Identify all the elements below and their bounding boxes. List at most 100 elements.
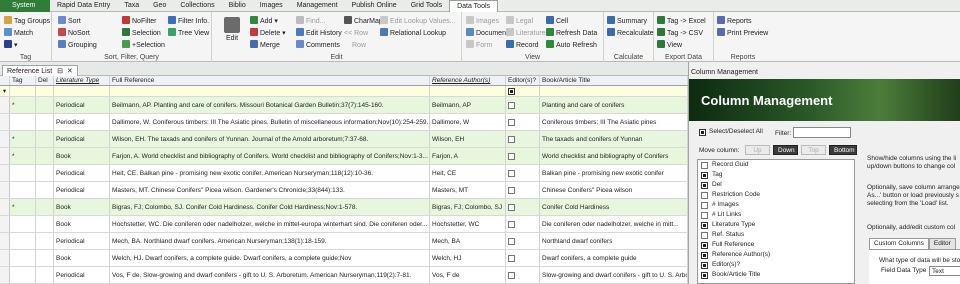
cell-tag[interactable] (10, 267, 36, 283)
close-icon[interactable]: ✕ (67, 68, 73, 75)
cell-type[interactable]: Book (54, 199, 110, 215)
cell-del[interactable] (36, 131, 54, 147)
filter-info-button[interactable]: Filter Info. (168, 16, 209, 27)
filter-checkbox-cell[interactable] (506, 86, 540, 96)
cell-editors[interactable] (506, 250, 540, 266)
nofilter-button[interactable]: NoFilter (122, 16, 157, 27)
row-selector[interactable] (0, 97, 10, 113)
row-selector[interactable] (0, 267, 10, 283)
cell-tag[interactable]: * (10, 131, 36, 147)
documents-button[interactable]: Documents (466, 28, 511, 39)
cell-tag[interactable]: * (10, 97, 36, 113)
column-checkbox[interactable] (701, 191, 708, 199)
column-checkbox[interactable] (701, 271, 708, 279)
column-checklist-item[interactable]: Ref. Status (698, 230, 854, 240)
editors-checkbox[interactable] (508, 101, 515, 109)
row-selector[interactable] (0, 250, 10, 266)
table-row[interactable]: * Book Farjon, A. World checklist and bibl… (0, 148, 688, 165)
cell-del[interactable] (36, 165, 54, 181)
legal-button[interactable]: Legal (506, 16, 533, 27)
cell-tag[interactable] (10, 233, 36, 249)
column-checklist-item[interactable]: Reference Author(s) (698, 250, 854, 260)
editors-checkbox[interactable] (508, 271, 515, 279)
move-top-button[interactable]: Top (801, 145, 826, 155)
cell-author[interactable]: Dallimore, W (430, 114, 506, 130)
editors-checkbox[interactable] (508, 254, 515, 262)
cell-ref[interactable]: Hochstetter, WC. Die coniferen oder nade… (110, 216, 430, 232)
column-checkbox[interactable] (701, 241, 708, 249)
images-button[interactable]: Images (466, 16, 499, 27)
column-header-reference-authors[interactable]: Reference Author(s) (430, 76, 506, 85)
match-button[interactable]: Match (4, 28, 33, 39)
filter-cell[interactable] (54, 86, 110, 96)
row-selector[interactable] (0, 199, 10, 215)
cell-title[interactable]: Balkan pine - promising new exotic conif… (540, 165, 688, 181)
column-checklist-item[interactable]: Book/Article Title (698, 270, 854, 280)
menu-management[interactable]: Management (290, 0, 345, 12)
editors-checkbox[interactable] (508, 186, 515, 194)
column-checklist-item[interactable]: Editor(s)? (698, 260, 854, 270)
table-row[interactable]: * Book Bigras, FJ; Colombo, SJ. Conifer Co… (0, 199, 688, 216)
table-row[interactable]: Periodical Mech, BA. Northland dwarf coni… (0, 233, 688, 250)
column-checklist-item[interactable]: Tag (698, 170, 854, 180)
row-selector[interactable] (0, 148, 10, 164)
add-button[interactable]: Add ▾ (250, 16, 278, 27)
merge-button[interactable]: Merge (250, 40, 280, 51)
cell-tag[interactable] (10, 165, 36, 181)
next-row-button[interactable]: Row (352, 40, 366, 51)
cell-author[interactable]: Farjon, A (430, 148, 506, 164)
export-view-button[interactable]: View (657, 40, 682, 51)
row-selector[interactable] (0, 182, 10, 198)
filter-checkbox[interactable] (508, 87, 515, 95)
edit-lookup-values-button[interactable]: Edit Lookup Values... (380, 16, 456, 27)
column-checklist-item[interactable]: Restriction Code (698, 190, 854, 200)
row-selector[interactable] (0, 114, 10, 130)
cell-editors[interactable] (506, 165, 540, 181)
cell-author[interactable]: Wilson, EH (430, 131, 506, 147)
cell-type[interactable]: Periodical (54, 182, 110, 198)
cell-author[interactable]: Mech, BA (430, 233, 506, 249)
cell-editors[interactable] (506, 233, 540, 249)
cell-del[interactable] (36, 97, 54, 113)
column-checkbox[interactable] (701, 231, 708, 239)
cell-tag[interactable]: * (10, 199, 36, 215)
tag-to-excel-button[interactable]: Tag -> Excel (657, 16, 706, 27)
editors-checkbox[interactable] (508, 203, 515, 211)
table-row[interactable]: Periodical Dallimore, W. Coniferous timbe… (0, 114, 688, 131)
cell-del[interactable] (36, 114, 54, 130)
column-checkbox[interactable] (701, 261, 708, 269)
cell-ref[interactable]: Wilson, EH. The taxads and conifers of Y… (110, 131, 430, 147)
cell-type[interactable]: Book (54, 250, 110, 266)
reports-button[interactable]: Reports (717, 16, 752, 27)
cell-title[interactable]: Planting and care of conifers (540, 97, 688, 113)
cell-title[interactable]: Conifer Cold Hardiness (540, 199, 688, 215)
check-dropdown-button[interactable]: ▾ (4, 40, 18, 51)
column-checkbox[interactable] (701, 201, 708, 209)
menu-grid-tools[interactable]: Grid Tools (404, 0, 449, 12)
menu-images[interactable]: Images (253, 0, 290, 12)
record-button[interactable]: Record (506, 40, 539, 51)
auto-refresh-button[interactable]: Auto Refresh (546, 40, 597, 51)
cell-author[interactable]: Bigras, FJ; Colombo, SJ (430, 199, 506, 215)
tab-reference-list[interactable]: Reference List ⊟ ✕ (2, 65, 78, 76)
form-button[interactable]: Form (466, 40, 492, 51)
select-all-checkbox[interactable] (699, 128, 706, 136)
cell-author[interactable]: Heit, CE (430, 165, 506, 181)
filter-cell[interactable] (540, 86, 688, 96)
cell-editors[interactable] (506, 182, 540, 198)
cell-type[interactable]: Periodical (54, 233, 110, 249)
cell-author[interactable]: Welch, HJ (430, 250, 506, 266)
grid-filter-row[interactable]: ▾ (0, 86, 688, 97)
column-checklist-item[interactable]: Full Reference (698, 240, 854, 250)
menu-biblio[interactable]: Biblio (222, 0, 253, 12)
cell-title[interactable]: Dwarf conifers, a complete guide (540, 250, 688, 266)
cell-title[interactable]: Chinese Conifers'' Picea wilson (540, 182, 688, 198)
cell-ref[interactable]: Welch, HJ. Dwarf conifers, a complete gu… (110, 250, 430, 266)
move-down-button[interactable]: Down (773, 145, 798, 155)
editors-checkbox[interactable] (508, 118, 515, 126)
cell-ref[interactable]: Heit, CE. Balkan pine - promising new ex… (110, 165, 430, 181)
column-header-editors[interactable]: Editor(s)? (506, 76, 540, 85)
cell-editors[interactable] (506, 131, 540, 147)
cell-type[interactable]: Book (54, 148, 110, 164)
cell-type[interactable]: Book (54, 216, 110, 232)
